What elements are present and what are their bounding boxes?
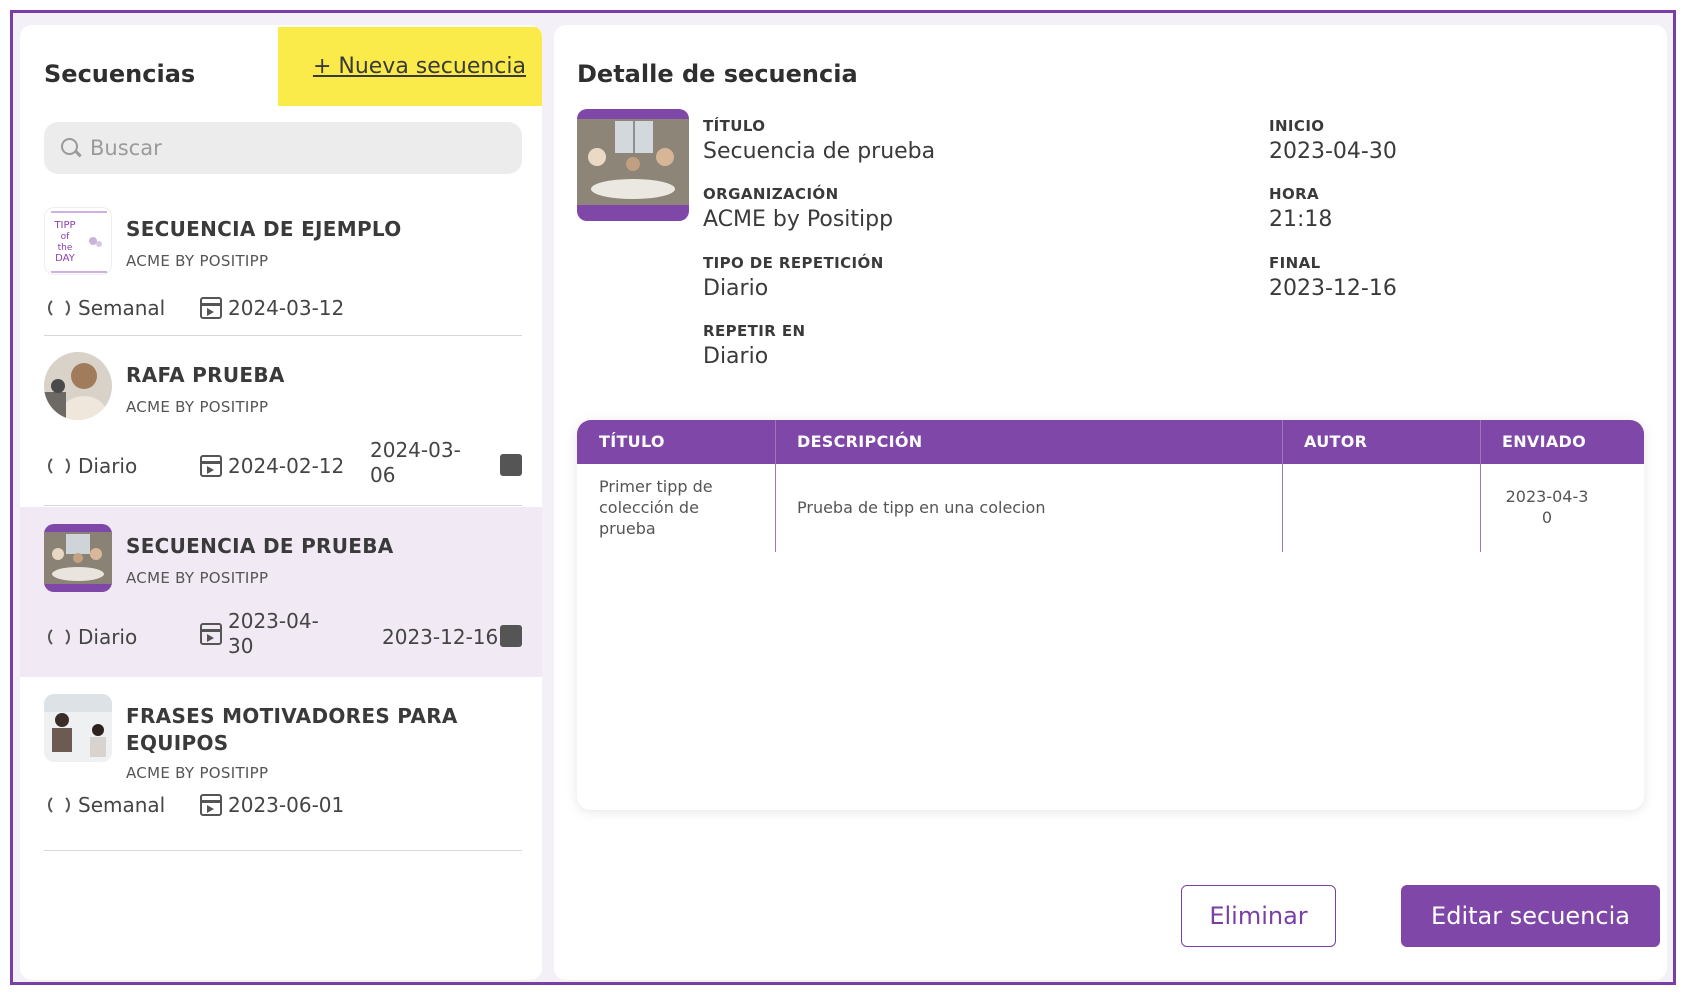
sequence-item[interactable]: RAFA PRUEBA ACME BY POSITIPP Diario 2024…: [20, 336, 542, 506]
sequence-name: SECUENCIA DE EJEMPLO: [126, 217, 402, 241]
tipps-table: TÍTULO DESCRIPCIÓN AUTOR ENVIADO Primer …: [577, 420, 1644, 810]
calendar-end-icon: [500, 454, 522, 476]
sequence-name: FRASES MOTIVADORES PARA EQUIPOS: [126, 704, 458, 755]
end-label: FINAL: [1269, 254, 1321, 272]
repeat-on-label: REPETIR EN: [703, 322, 806, 340]
repeat-meta: Semanal: [48, 793, 165, 817]
repeat-icon: [48, 794, 70, 816]
column-divider: [1282, 420, 1283, 552]
start-meta: 2023-04-30: [200, 609, 330, 659]
column-header-description[interactable]: DESCRIPCIÓN: [775, 420, 922, 464]
search-icon: [60, 137, 82, 159]
delete-button[interactable]: Eliminar: [1181, 885, 1336, 947]
sequence-item[interactable]: FRASES MOTIVADORES PARA EQUIPOS ACME BY …: [20, 677, 542, 851]
sequences-sidebar: Secuencias + Nueva secuencia TIPP of the…: [20, 25, 542, 980]
cell-description: Prueba de tipp en una colecion: [797, 498, 1046, 517]
sequence-thumbnail: [44, 694, 112, 762]
svg-text:of: of: [61, 232, 71, 242]
sequence-name: SECUENCIA DE PRUEBA: [126, 534, 394, 558]
calendar-start-icon: [200, 297, 222, 319]
repeat-label: Diario: [78, 625, 138, 649]
sidebar-title: Secuencias: [44, 60, 196, 88]
calendar-start-icon: [200, 455, 222, 477]
column-header-title[interactable]: TÍTULO: [577, 420, 665, 464]
search-input[interactable]: [90, 136, 490, 160]
repeat-type-value: Diario: [703, 276, 769, 301]
sequence-thumbnail: TIPP of the DAY: [44, 207, 112, 275]
start-meta: 2023-06-01: [200, 793, 344, 817]
detail-title: Detalle de secuencia: [577, 60, 858, 88]
sequence-name: RAFA PRUEBA: [126, 363, 285, 387]
sequence-detail-panel: Detalle de secuencia TÍTULO Secuencia de…: [554, 25, 1667, 980]
sequence-org: ACME BY POSITIPP: [126, 569, 269, 587]
edit-sequence-button[interactable]: Editar secuencia: [1401, 885, 1660, 947]
detail-thumbnail: [577, 109, 689, 221]
repeat-on-value: Diario: [703, 344, 769, 369]
repeat-meta: Diario: [48, 454, 137, 478]
end-calendar: [500, 454, 528, 476]
time-label: HORA: [1269, 185, 1320, 203]
divider: [44, 505, 522, 506]
end-date: 2024-03-06: [370, 438, 461, 487]
repeat-type-label: TIPO DE REPETICIÓN: [703, 254, 884, 272]
sequence-thumbnail: [44, 524, 112, 592]
table-header: TÍTULO DESCRIPCIÓN AUTOR ENVIADO: [577, 420, 1644, 464]
column-divider: [1480, 420, 1481, 552]
start-date: 2023-04-30: [228, 609, 319, 658]
sequence-org: ACME BY POSITIPP: [126, 764, 269, 782]
end-date: 2023-12-16: [382, 625, 499, 649]
cell-title: Primer tipp de colección de prueba: [599, 477, 713, 538]
column-header-author[interactable]: AUTOR: [1282, 420, 1367, 464]
title-label: TÍTULO: [703, 117, 766, 135]
repeat-icon: [48, 455, 70, 477]
sequence-thumbnail: [44, 352, 112, 420]
sequence-item-selected[interactable]: SECUENCIA DE PRUEBA ACME BY POSITIPP Dia…: [20, 507, 542, 677]
organization-label: ORGANIZACIÓN: [703, 185, 839, 203]
time-value: 21:18: [1269, 207, 1333, 232]
new-sequence-link[interactable]: + Nueva secuencia: [313, 54, 526, 79]
repeat-label: Diario: [78, 454, 138, 478]
start-date: 2024-03-12: [228, 296, 345, 320]
end-value: 2023-12-16: [1269, 276, 1397, 301]
svg-text:the: the: [58, 243, 73, 253]
title-value: Secuencia de prueba: [703, 139, 936, 164]
start-label: INICIO: [1269, 117, 1325, 135]
new-sequence-highlight: + Nueva secuencia: [278, 27, 542, 106]
divider: [44, 850, 522, 851]
svg-text:DAY: DAY: [55, 253, 76, 264]
svg-text:TIPP: TIPP: [53, 220, 75, 231]
calendar-start-icon: [200, 623, 222, 645]
repeat-label: Semanal: [78, 793, 166, 817]
end-meta: 2024-03-06: [370, 438, 466, 488]
end-meta: 2023-12-16: [382, 625, 498, 649]
calendar-end-icon: [500, 625, 522, 647]
repeat-label: Semanal: [78, 296, 166, 320]
repeat-meta: Diario: [48, 625, 137, 649]
start-date: 2023-06-01: [228, 793, 345, 817]
repeat-icon: [48, 626, 70, 648]
repeat-meta: Semanal: [48, 296, 165, 320]
start-meta: 2024-03-12: [200, 296, 344, 320]
column-header-sent[interactable]: ENVIADO: [1480, 420, 1586, 464]
search-box[interactable]: [44, 122, 522, 174]
start-value: 2023-04-30: [1269, 139, 1397, 164]
repeat-icon: [48, 297, 70, 319]
end-calendar: [500, 625, 528, 647]
sequence-org: ACME BY POSITIPP: [126, 252, 269, 270]
cell-sent: 2023-04-30: [1505, 487, 1589, 527]
start-date: 2024-02-12: [228, 454, 345, 478]
organization-value: ACME by Positipp: [703, 207, 894, 232]
calendar-start-icon: [200, 794, 222, 816]
sequence-org: ACME BY POSITIPP: [126, 398, 269, 416]
column-divider: [775, 420, 776, 552]
sequence-item[interactable]: TIPP of the DAY SECUENCIA DE EJEMPLO ACM…: [20, 190, 542, 336]
start-meta: 2024-02-12: [200, 454, 344, 478]
app-frame: Secuencias + Nueva secuencia TIPP of the…: [10, 10, 1676, 985]
